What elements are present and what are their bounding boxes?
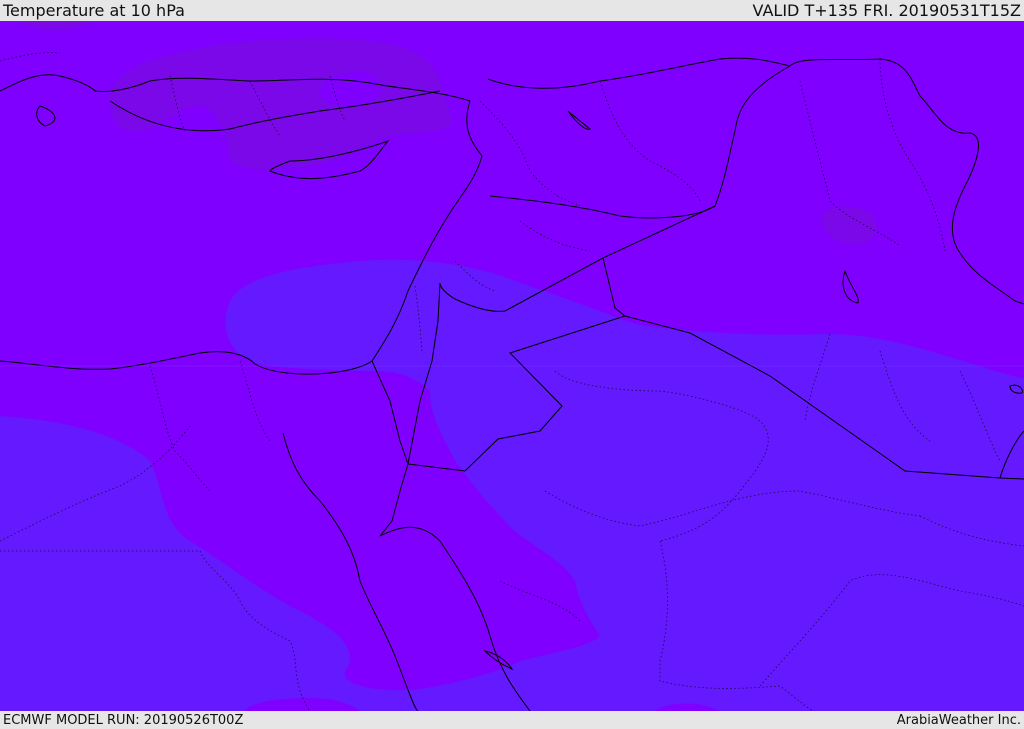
footer-bar: ECMWF MODEL RUN: 20190526T00Z ArabiaWeat… [0,711,1024,729]
credit-text: ArabiaWeather Inc. [896,712,1021,728]
header-bar: Temperature at 10 hPa VALID T+135 FRI. 2… [0,0,1024,21]
model-run: ECMWF MODEL RUN: 20190526T00Z [3,712,244,728]
valid-time: VALID T+135 FRI. 20190531T15Z [752,1,1021,20]
temperature-map[interactable] [0,21,1024,711]
map-view[interactable] [0,21,1024,711]
map-title: Temperature at 10 hPa [3,1,185,20]
